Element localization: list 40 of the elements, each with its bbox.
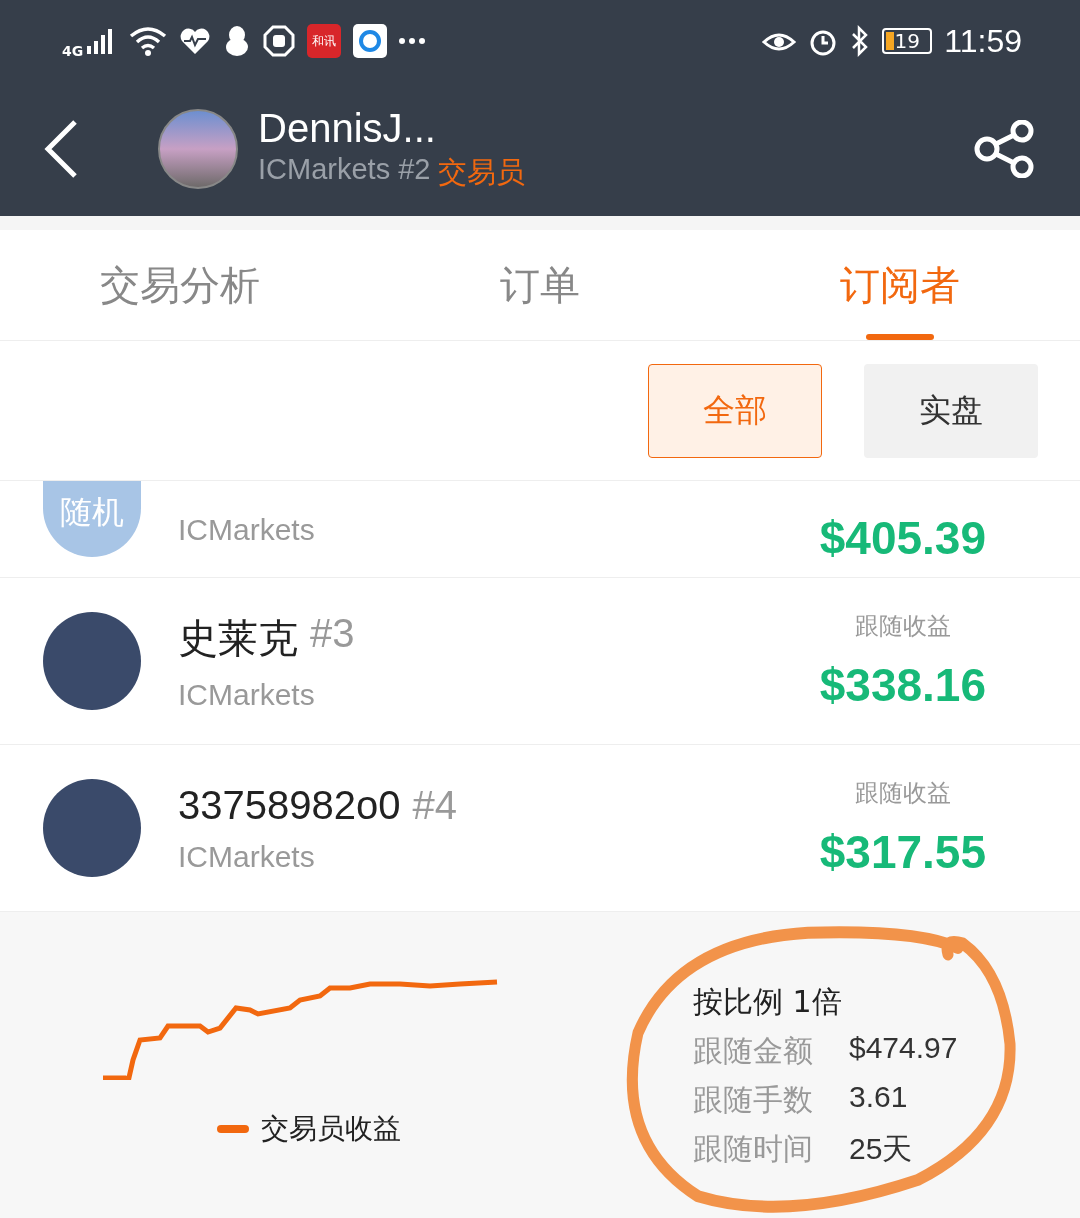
stat-value: 25天 xyxy=(849,1131,913,1167)
app-icon: 和讯 xyxy=(307,24,342,58)
profit-label: 跟随收益 xyxy=(854,778,951,809)
filter-button[interactable]: 实盘 xyxy=(864,363,1038,458)
stat-value: 3.61 xyxy=(849,1080,908,1115)
trader-name: DennisJ... xyxy=(258,105,437,151)
tab[interactable]: 订阅者 xyxy=(720,230,1080,340)
rank-label: #4 xyxy=(412,782,457,828)
battery-icon: 19 xyxy=(882,28,933,54)
broker-label: ICMarkets #2 xyxy=(258,152,431,187)
broker-label: ICMarkets xyxy=(178,677,316,712)
broker-label: ICMarkets xyxy=(178,839,316,874)
tab[interactable]: 交易分析 xyxy=(0,230,360,340)
wifi-icon xyxy=(129,26,168,56)
back-icon[interactable] xyxy=(44,120,78,178)
subscriber-name: 史莱克 xyxy=(178,614,298,662)
filter-button[interactable]: 全部 xyxy=(648,363,822,458)
more-icon xyxy=(399,38,426,44)
legend-swatch xyxy=(217,1125,249,1133)
browser-app-icon xyxy=(353,24,388,58)
profit-amount: $405.39 xyxy=(819,511,986,565)
broker-label: ICMarkets xyxy=(178,513,316,547)
stat-label: 跟随时间 xyxy=(693,1130,813,1168)
text-avatar: 随机 xyxy=(43,481,141,557)
stat-label: 跟随金额 xyxy=(693,1032,813,1070)
clock-time: 11:59 xyxy=(944,22,1022,60)
profit-amount: $338.16 xyxy=(819,658,986,712)
share-icon[interactable] xyxy=(974,120,1036,178)
stat-value: $474.97 xyxy=(849,1031,958,1066)
heart-icon xyxy=(179,27,212,55)
network-type-label: 4G xyxy=(62,43,84,59)
profit-label: 跟随收益 xyxy=(854,611,951,642)
legend-label: 交易员收益 xyxy=(261,1111,401,1147)
tab[interactable]: 订单 xyxy=(360,230,720,340)
profit-amount: $317.55 xyxy=(819,825,986,879)
rank-label: #3 xyxy=(310,610,355,657)
role-label: 交易员 xyxy=(438,154,526,190)
ratio-label: 按比例 1倍 xyxy=(693,983,843,1021)
subscriber-name: 33758982o0 xyxy=(178,782,401,828)
stat-label: 跟随手数 xyxy=(693,1081,813,1119)
